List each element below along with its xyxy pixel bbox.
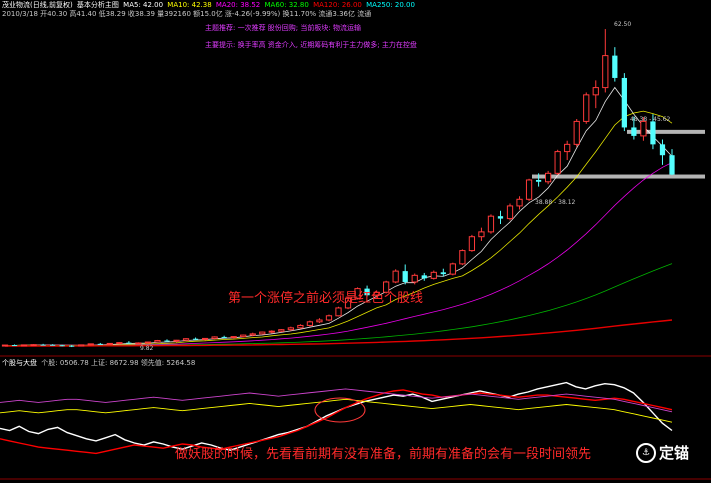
candle-body-up	[602, 55, 609, 89]
note-theme: 主题推荐: 一次推荐 股份回购; 当前板块: 物流运输	[205, 24, 361, 32]
candle-body-up	[30, 344, 37, 347]
upper-zone-label: 48.38 - 45.62	[630, 116, 671, 123]
ma120-label: MA120: 26.00	[313, 1, 362, 9]
candle-body-up	[335, 307, 342, 317]
candle-body-up	[297, 324, 304, 329]
watermark-text: 定锚	[658, 443, 689, 462]
stock-chart-window: 茂业物流(日线,前复权) 基本分析主图 MA5: 42.00 MA10: 42.…	[0, 0, 711, 483]
candle-body-down	[11, 345, 18, 347]
candle-body-up	[20, 344, 28, 347]
candle-body-up	[640, 120, 647, 137]
candle-body-down	[631, 127, 637, 136]
candle-body-up	[583, 94, 590, 122]
candle-body-up	[278, 329, 285, 332]
main-annotation: 第一个涨停之前必须是红色个股线	[228, 291, 424, 306]
candle-body-up	[516, 198, 523, 207]
candle-body-up	[240, 334, 247, 338]
candle-body-up	[287, 327, 294, 331]
candle-body-up	[201, 337, 209, 340]
candle-body-up	[506, 205, 514, 220]
candle-body-down	[659, 144, 666, 156]
sub-indicator-values: 个股: 0506.78 上证: 8672.98 领先值: 5264.58	[41, 359, 196, 367]
candle-body-up	[316, 319, 323, 323]
candle-body-up	[459, 250, 466, 265]
candle-body-down	[69, 345, 75, 347]
candle-body-up	[392, 270, 399, 283]
candle-body-down	[97, 343, 103, 345]
sub-indicator-title[interactable]: 个股与大盘	[2, 359, 37, 367]
candle-body-up	[411, 274, 418, 283]
candle-body-up	[306, 321, 314, 326]
candle-body-down	[221, 336, 227, 338]
lower-zone-label: 38.88 - 38.12	[535, 199, 576, 206]
quote-line: 2010/3/18 开40.30 高41.40 低38.29 收38.39 量3…	[2, 10, 372, 18]
candle-body-down	[440, 272, 446, 275]
analysis-tab[interactable]: 基本分析主图	[77, 1, 119, 9]
ma10-label: MA10: 42.38	[167, 1, 212, 9]
ma20-label: MA20: 38.52	[215, 1, 261, 9]
candle-body-down	[421, 275, 427, 279]
candle-body-down	[59, 345, 65, 347]
candle-body-up	[592, 87, 599, 96]
candle-body-up	[545, 172, 552, 183]
candle-body-up	[173, 339, 180, 342]
candle-body-down	[402, 271, 408, 282]
candle-body-up	[487, 215, 495, 233]
candle-body-up	[1, 344, 9, 347]
watermark: ⚓ 定锚	[635, 442, 689, 463]
candle-body-down	[669, 155, 675, 175]
candle-body-up	[478, 231, 485, 238]
candle-body-up	[154, 340, 161, 343]
candle-body-up	[230, 336, 237, 339]
ma250-label: MA250: 20.00	[366, 1, 415, 9]
sub-line	[0, 398, 673, 423]
chart-canvas	[0, 29, 711, 480]
candle-body-up	[78, 344, 85, 347]
candle-body-up	[468, 236, 476, 252]
candle-body-up	[554, 151, 561, 174]
chart-header: 茂业物流(日线,前复权) 基本分析主图 MA5: 42.00 MA10: 42.…	[2, 1, 417, 10]
anchor-icon: ⚓	[635, 443, 656, 463]
stock-title: 茂业物流(日线,前复权)	[2, 1, 73, 9]
candle-body-down	[126, 342, 132, 344]
candle-body-up	[259, 331, 266, 335]
candle-body-up	[249, 333, 256, 336]
candle-body-up	[135, 342, 142, 345]
ma5-label: MA5: 42.00	[123, 1, 164, 9]
candle-body-up	[325, 315, 333, 321]
ma60-label: MA60: 32.80	[264, 1, 309, 9]
candle-body-up	[116, 342, 123, 345]
candle-body-down	[50, 344, 56, 346]
candle-body-down	[164, 340, 170, 342]
candle-body-up	[430, 271, 437, 279]
candle-body-up	[211, 336, 218, 339]
candle-body-up	[87, 343, 94, 346]
candle-body-up	[106, 342, 113, 345]
bottom-annotation: 做妖股的时候，先看看前期有没有准备，前期有准备的会有一段时间领先	[175, 447, 592, 462]
candle-body-up	[144, 341, 152, 344]
candle-body-down	[497, 216, 504, 219]
sub-line	[0, 381, 673, 451]
low-price-label: 9.82	[140, 345, 154, 352]
candle-body-down	[621, 77, 627, 128]
candle-body-up	[525, 179, 533, 200]
candle-body-up	[573, 120, 580, 145]
candle-body-up	[268, 330, 275, 333]
note-tips: 主要提示: 换手率高 资金介入, 近期筹码有利于主力做多; 主力在控盘	[205, 41, 417, 49]
candle-body-up	[564, 143, 571, 153]
candle-body-down	[535, 179, 542, 182]
candle-body-up	[182, 338, 190, 341]
candle-body-down	[650, 121, 656, 145]
candle-body-down	[192, 338, 199, 340]
candle-body-up	[449, 263, 456, 275]
resistance-zone	[627, 129, 705, 134]
candle-body-down	[612, 55, 618, 78]
high-price-label: 62.50	[614, 21, 632, 28]
candle-body-down	[40, 344, 46, 346]
sub-header: 个股与大盘 个股: 0506.78 上证: 8672.98 领先值: 5264.…	[2, 359, 197, 368]
